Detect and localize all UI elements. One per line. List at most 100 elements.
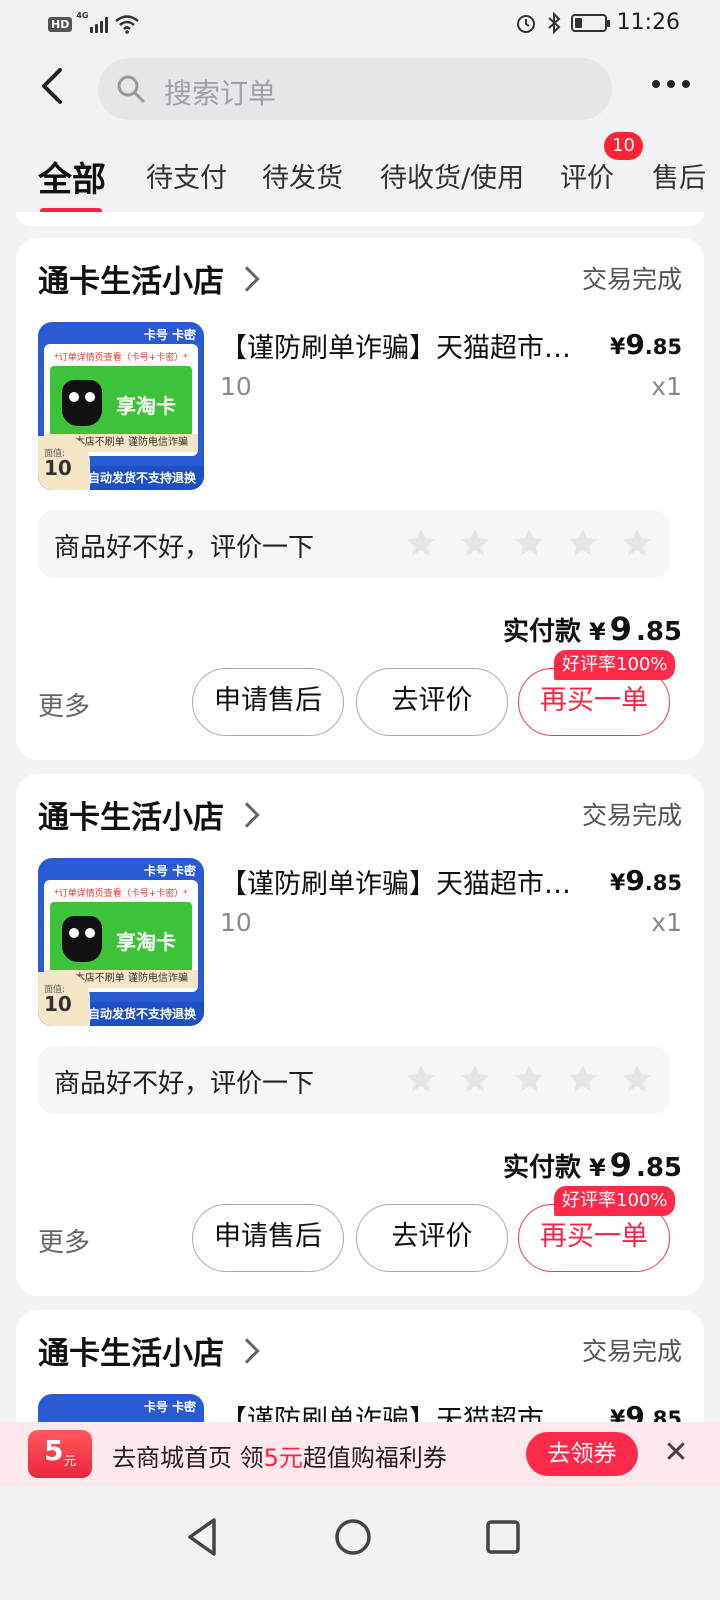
back-arrow-icon[interactable] [34,66,74,106]
order-status: 交易完成 [581,265,682,294]
face-value: 10 [44,992,72,1016]
system-nav-bar [0,1486,720,1600]
search-placeholder: 搜索订单 [164,77,277,110]
tab-pending-shipment[interactable]: 待发货 [262,156,343,195]
order-card: 通卡生活小店 交易完成 卡号 卡密 *订单详情页查看（卡号+卡密）* 享淘卡 本… [16,774,704,1296]
more-actions-link[interactable]: 更多 [38,1222,90,1259]
tab-all[interactable]: 全部 [38,152,106,201]
header: 搜索订单 [0,50,720,130]
shop-link[interactable]: 通卡生活小店 [38,792,260,837]
paid-decimal: .85 [635,617,682,647]
order-card: 通卡生活小店 交易完成 卡号 卡密 *订单详情页查看（卡号+卡密）* 享淘卡 本… [16,238,704,760]
tab-pending-receipt[interactable]: 待收货/使用 [380,156,524,195]
shop-name: 通卡生活小店 [38,800,224,836]
review-prompt: 商品好不好，评价一下 [54,1069,315,1099]
star-icon[interactable] [620,1062,654,1096]
thumb-card-face: 享淘卡 [50,366,192,442]
item-sku: 10 [220,908,252,937]
item-price: ¥9.85 [610,1400,682,1422]
nav-back-icon[interactable] [176,1510,230,1564]
status-bar: HD 4G 11:26 [0,0,720,50]
thumb-face-value-badge: 面值: 10 [38,436,90,490]
cellular-signal-icon: 4G [76,11,109,33]
order-status: 交易完成 [581,801,682,830]
thumb-note: *订单详情页查看（卡号+卡密）* [54,889,188,899]
coupon-promo-banner[interactable]: 5 元 去商城首页 领5元超值购福利券 去领券 ✕ [0,1422,720,1486]
thumb-card-face: 享淘卡 [50,902,192,978]
paid-integer: 9 [609,1146,632,1184]
thumb-note: *订单详情页查看（卡号+卡密）* [54,353,188,363]
coupon-icon: 5 元 [28,1430,92,1478]
shop-link[interactable]: 通卡生活小店 [38,256,260,301]
claim-coupon-button[interactable]: 去领券 [526,1432,638,1476]
thumb-tag: 卡号 卡密 [143,328,196,342]
shop-name: 通卡生活小店 [38,1336,224,1372]
paid-integer: 9 [609,610,632,648]
bluetooth-icon [547,11,561,34]
star-icon[interactable] [566,526,600,560]
paid-currency: ¥ [588,618,606,646]
search-icon [117,75,145,103]
status-left: HD 4G [48,11,140,34]
star-icon[interactable] [512,1062,546,1096]
alarm-icon [516,14,535,33]
close-icon[interactable]: ✕ [662,1436,690,1470]
shop-link[interactable]: 通卡生活小店 [38,1328,260,1373]
item-price: ¥9.85 [610,328,682,361]
nav-home-icon[interactable] [326,1510,380,1564]
item-quantity: x1 [651,372,682,401]
product-thumbnail[interactable]: 卡号 卡密 *订单详情页查看（卡号+卡密）* 享淘卡 本店不刷单 谨防电信诈骗 … [38,858,204,1026]
star-icon[interactable] [620,526,654,560]
previous-order-card-edge [16,212,704,226]
item-quantity: x1 [651,908,682,937]
star-icon[interactable] [404,1062,438,1096]
quick-review-box[interactable]: 商品好不好，评价一下 [38,510,670,578]
promo-text: 去商城首页 领5元超值购福利券 [112,1444,447,1472]
amount-paid: 实付款 ¥9.85 [503,610,682,648]
positive-rate-tag: 好评率100% [554,650,676,680]
hd-indicator: HD [48,16,73,32]
product-thumbnail[interactable]: 卡号 卡密 *订单详情页查看（卡号+卡密）* 享淘卡 本店不刷单 谨防电信诈骗 … [38,322,204,490]
order-tabs: 全部 待支付 待发货 待收货/使用 评价 10 售后 [0,130,720,220]
tab-review[interactable]: 评价 [560,156,614,195]
write-review-button[interactable]: 去评价 [356,1204,508,1272]
thumb-face-value-badge: 面值: 10 [38,972,90,1026]
item-title[interactable]: 【谨防刷单诈骗】天猫超市电... [220,862,580,901]
item-sku: 10 [220,372,252,401]
clock: 11:26 [616,10,680,35]
star-icon[interactable] [566,1062,600,1096]
review-count-badge: 10 [604,132,643,160]
rating-stars[interactable] [404,526,654,560]
battery-icon [570,13,610,32]
tab-after-sale[interactable]: 售后 [652,156,706,195]
battery-level [574,17,582,28]
nav-recents-icon[interactable] [476,1510,530,1564]
write-review-button[interactable]: 去评价 [356,668,508,736]
star-icon[interactable] [404,526,438,560]
chevron-right-icon [234,265,260,292]
tmall-cat-icon [62,380,102,426]
star-icon[interactable] [458,526,492,560]
rating-stars[interactable] [404,1062,654,1096]
more-actions-link[interactable]: 更多 [38,686,90,723]
face-value: 10 [44,456,72,480]
paid-decimal: .85 [635,1153,682,1183]
apply-after-sale-button[interactable]: 申请售后 [192,1204,344,1272]
apply-after-sale-button[interactable]: 申请售后 [192,668,344,736]
quick-review-box[interactable]: 商品好不好，评价一下 [38,1046,670,1114]
chevron-right-icon [234,1337,260,1364]
more-dots-icon[interactable] [652,80,690,88]
coupon-value: 5 [44,1434,64,1467]
star-icon[interactable] [458,1062,492,1096]
paid-label: 实付款 [502,617,581,647]
product-thumbnail[interactable]: 卡号 卡密 [38,1394,204,1422]
chevron-right-icon [234,801,260,828]
status-right: 11:26 [515,10,680,35]
star-icon[interactable] [512,526,546,560]
item-price: ¥9.85 [610,864,682,897]
item-title[interactable]: 【谨防刷单诈骗】天猫超市电... [220,1398,580,1422]
search-bar[interactable]: 搜索订单 [98,58,612,120]
order-status: 交易完成 [581,1337,682,1366]
tab-pending-payment[interactable]: 待支付 [146,156,227,195]
item-title[interactable]: 【谨防刷单诈骗】天猫超市电... [220,326,580,365]
